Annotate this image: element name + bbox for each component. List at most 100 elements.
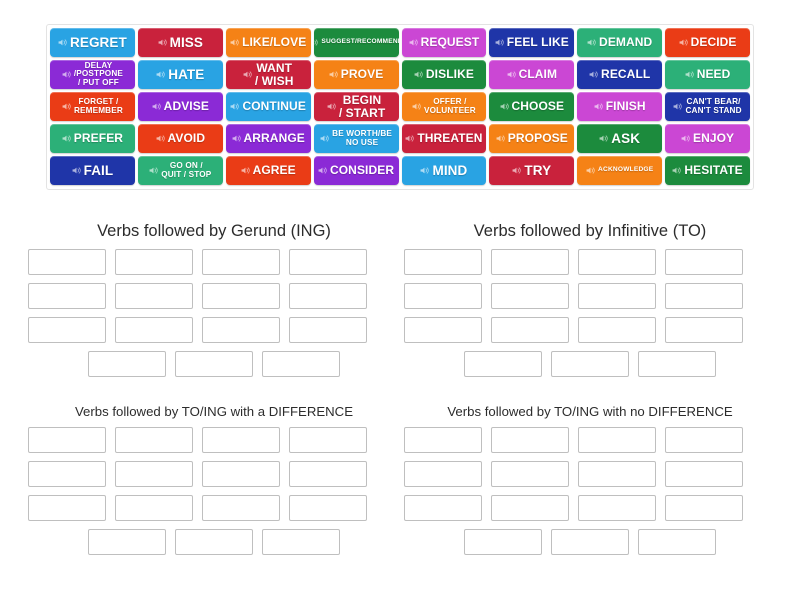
speaker-icon[interactable] (232, 134, 241, 143)
drop-zone[interactable] (404, 248, 482, 275)
speaker-icon[interactable] (414, 70, 423, 79)
drop-zone[interactable] (404, 495, 482, 522)
speaker-icon[interactable] (512, 166, 522, 175)
speaker-icon[interactable] (495, 38, 504, 47)
drop-zone[interactable] (578, 282, 656, 309)
verb-tile[interactable]: BEGIN / START (313, 92, 399, 121)
speaker-icon[interactable] (685, 70, 694, 79)
speaker-icon[interactable] (62, 102, 71, 111)
verb-tile[interactable]: CONTINUE (225, 92, 311, 121)
drop-zone[interactable] (665, 495, 743, 522)
drop-zone[interactable] (578, 316, 656, 343)
verb-tile[interactable]: ASK (577, 124, 663, 153)
verb-tile[interactable]: CONSIDER (313, 156, 399, 185)
verb-tile[interactable]: CLAIM (489, 60, 575, 89)
drop-zone[interactable] (289, 316, 367, 343)
verb-tile[interactable]: AVOID (137, 124, 223, 153)
drop-zone[interactable] (202, 282, 280, 309)
speaker-icon[interactable] (230, 102, 240, 111)
speaker-icon[interactable] (409, 38, 418, 47)
drop-zone[interactable] (464, 350, 542, 377)
drop-zone[interactable] (28, 282, 106, 309)
speaker-icon[interactable] (599, 134, 608, 143)
drop-zone[interactable] (115, 427, 193, 454)
verb-tile[interactable]: REGRET (50, 28, 135, 57)
drop-zone[interactable] (289, 495, 367, 522)
drop-zone[interactable] (665, 427, 743, 454)
verb-tile[interactable]: REQUEST (401, 28, 487, 57)
verb-tile[interactable]: SUGGEST/RECOMMEND (313, 28, 399, 57)
speaker-icon[interactable] (587, 38, 596, 47)
speaker-icon[interactable] (243, 70, 252, 79)
speaker-icon[interactable] (672, 166, 682, 175)
drop-zone[interactable] (88, 529, 166, 556)
drop-zone[interactable] (404, 316, 482, 343)
verb-tile[interactable]: PROVE (313, 60, 399, 89)
speaker-icon[interactable] (158, 38, 167, 47)
drop-zone[interactable] (578, 427, 656, 454)
speaker-icon[interactable] (62, 70, 71, 79)
verb-tile[interactable]: ACKNOWLEDGE (577, 156, 663, 185)
verb-tile[interactable]: TRY (489, 156, 575, 185)
drop-zone[interactable] (88, 350, 166, 377)
drop-zone[interactable] (115, 248, 193, 275)
speaker-icon[interactable] (496, 134, 505, 143)
drop-zone[interactable] (551, 529, 629, 556)
drop-zone[interactable] (491, 282, 569, 309)
speaker-icon[interactable] (586, 166, 595, 175)
speaker-icon[interactable] (58, 38, 67, 47)
drop-zone[interactable] (404, 282, 482, 309)
drop-zone[interactable] (491, 461, 569, 488)
speaker-icon[interactable] (420, 166, 430, 175)
speaker-icon[interactable] (329, 70, 338, 79)
drop-zone[interactable] (578, 495, 656, 522)
drop-zone[interactable] (551, 350, 629, 377)
speaker-icon[interactable] (405, 134, 414, 143)
speaker-icon[interactable] (149, 166, 158, 175)
verb-tile[interactable]: WANT / WISH (225, 60, 311, 89)
drop-zone[interactable] (289, 282, 367, 309)
speaker-icon[interactable] (681, 134, 690, 143)
speaker-icon[interactable] (241, 166, 250, 175)
drop-zone[interactable] (404, 461, 482, 488)
speaker-icon[interactable] (318, 166, 327, 175)
speaker-icon[interactable] (230, 38, 239, 47)
drop-zone[interactable] (115, 282, 193, 309)
drop-zone[interactable] (638, 350, 716, 377)
verb-tile[interactable]: ADVISE (137, 92, 223, 121)
verb-tile[interactable]: DELAY /POSTPONE / PUT OFF (50, 60, 135, 89)
verb-tile[interactable]: OFFER / VOLUNTEER (401, 92, 487, 121)
drop-zone[interactable] (28, 316, 106, 343)
verb-tile[interactable]: THREATEN (401, 124, 487, 153)
drop-zone[interactable] (202, 461, 280, 488)
speaker-icon[interactable] (156, 70, 165, 79)
drop-zone[interactable] (202, 316, 280, 343)
verb-tile[interactable]: ARRANGE (225, 124, 311, 153)
drop-zone[interactable] (665, 248, 743, 275)
speaker-icon[interactable] (320, 134, 329, 143)
drop-zone[interactable] (28, 461, 106, 488)
drop-zone[interactable] (491, 495, 569, 522)
drop-zone[interactable] (491, 316, 569, 343)
drop-zone[interactable] (202, 427, 280, 454)
verb-tile[interactable]: FORGET / REMEMBER (50, 92, 135, 121)
drop-zone[interactable] (491, 427, 569, 454)
drop-zone[interactable] (28, 248, 106, 275)
drop-zone[interactable] (175, 350, 253, 377)
drop-zone[interactable] (28, 427, 106, 454)
speaker-icon[interactable] (152, 102, 161, 111)
verb-tile[interactable]: DECIDE (665, 28, 750, 57)
drop-zone[interactable] (638, 529, 716, 556)
verb-tile[interactable]: PROPOSE (489, 124, 575, 153)
verb-tile[interactable]: CAN'T BEAR/ CAN'T STAND (665, 92, 750, 121)
speaker-icon[interactable] (594, 102, 603, 111)
speaker-icon[interactable] (679, 38, 688, 47)
verb-tile[interactable]: DEMAND (577, 28, 663, 57)
drop-zone[interactable] (289, 248, 367, 275)
drop-zone[interactable] (115, 495, 193, 522)
verb-tile[interactable]: GO ON / QUIT / STOP (137, 156, 223, 185)
drop-zone[interactable] (202, 495, 280, 522)
drop-zone[interactable] (289, 461, 367, 488)
verb-tile[interactable]: NEED (665, 60, 750, 89)
verb-tile[interactable]: FINISH (577, 92, 663, 121)
